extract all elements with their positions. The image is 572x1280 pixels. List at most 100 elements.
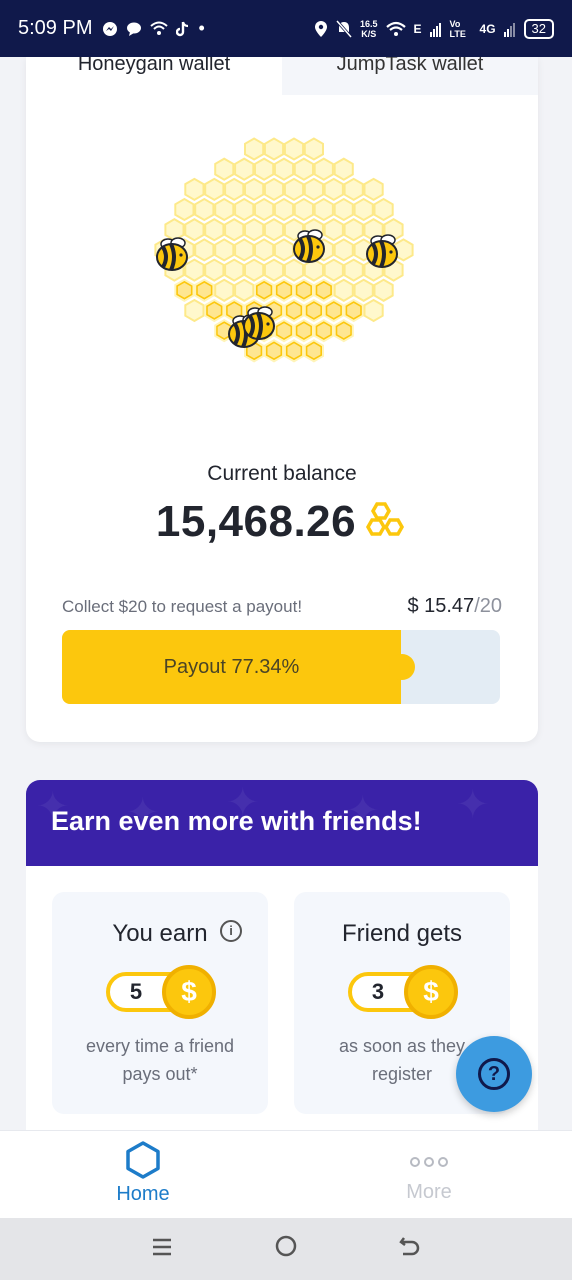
honeycomb-cell xyxy=(283,137,305,161)
chat-bubble-icon xyxy=(127,22,142,36)
system-icons: 16.5 K/S E Vo LTE 4G 32 xyxy=(314,18,554,39)
nav-more-label: More xyxy=(406,1181,452,1203)
dollar-coin-icon: $ xyxy=(404,965,458,1019)
balance-row: 15,468.26 xyxy=(26,497,538,547)
payout-progress-bar: Payout 77.34% xyxy=(62,630,500,704)
honeycomb-cell xyxy=(184,218,205,242)
honeycomb-cell xyxy=(214,278,235,302)
honeycomb-cell xyxy=(184,177,205,202)
honeycomb-cell xyxy=(303,177,324,202)
honey-credits-icon xyxy=(366,502,405,536)
honeycomb-cell xyxy=(184,298,205,323)
honeycomb-cell xyxy=(224,218,245,242)
honeycomb-cell xyxy=(373,278,394,302)
referral-card: You earn i 5 $ every time a friend pays … xyxy=(26,866,538,1136)
network-speed: 16.5 K/S xyxy=(359,18,378,39)
friends-banner: ✦ ✦ ✦ ✦ ✦ Earn even more with friends! xyxy=(26,780,538,866)
honeycomb-cell xyxy=(244,137,265,161)
honeycomb-cell xyxy=(343,258,364,282)
honeycomb-cell xyxy=(323,177,344,202)
nav-home[interactable]: Home xyxy=(0,1131,286,1218)
honeycomb-cell xyxy=(283,258,305,282)
payout-target: /20 xyxy=(474,595,502,617)
nav-home-label: Home xyxy=(116,1183,170,1205)
dollar-coin-icon: $ xyxy=(162,965,216,1019)
recent-apps-icon[interactable] xyxy=(142,1234,182,1265)
honeycomb-cell xyxy=(244,177,265,202)
home-circle-icon[interactable] xyxy=(266,1234,306,1265)
honeycomb-cell xyxy=(273,157,295,181)
honeycomb-cell xyxy=(333,278,354,302)
bee-icon xyxy=(293,229,325,263)
honeycomb-cell xyxy=(323,258,344,282)
honeycomb-cell xyxy=(283,177,305,202)
honeycomb-cell xyxy=(244,258,265,282)
honeycomb-cell xyxy=(214,157,235,181)
payout-progress-label: Payout 77.34% xyxy=(163,655,300,678)
honeycomb-cell xyxy=(194,197,215,222)
honeycomb-cell xyxy=(263,258,285,282)
friend-gets-title: Friend gets xyxy=(341,920,463,947)
honeycomb-cell xyxy=(174,197,195,222)
honeycomb-cell xyxy=(244,218,265,242)
back-icon[interactable] xyxy=(390,1234,430,1265)
honeycomb-cell xyxy=(273,197,295,222)
you-earn-amount-pill: 5 $ xyxy=(106,965,216,1019)
honeycomb-cell xyxy=(224,258,245,282)
honeycomb-cell xyxy=(313,197,334,222)
honeycomb-cell xyxy=(353,278,374,302)
mute-bell-icon xyxy=(335,19,352,38)
status-bar: 5:09 PM • 16.5 K/S E Vo LTE 4G 32 xyxy=(0,0,572,57)
you-earn-amount: 5 xyxy=(129,979,143,1004)
info-icon[interactable]: i xyxy=(220,920,242,942)
network-e-label: E xyxy=(413,21,422,36)
collect-text: Collect $20 to request a payout! xyxy=(62,597,303,616)
honeycomb-cell xyxy=(263,177,285,202)
bee-pattern-icon: ✦ xyxy=(456,783,490,827)
honeycomb-cell xyxy=(204,258,225,282)
honeycomb-cell xyxy=(313,157,334,181)
honeycomb-cell xyxy=(303,137,324,161)
honeycomb-illustration xyxy=(154,137,414,363)
network-4g-label: 4G xyxy=(479,21,496,36)
status-time: 5:09 PM xyxy=(18,17,93,39)
volte-label: Vo LTE xyxy=(449,18,466,39)
honeycomb-cell xyxy=(343,177,364,202)
friend-gets-amount-pill: 3 $ xyxy=(348,965,458,1019)
honeycomb-cell xyxy=(214,197,235,222)
bee-icon xyxy=(156,237,188,271)
wallet-card: Honeygain wallet JumpTask wallet Current… xyxy=(26,57,538,742)
wallet-tabs: Honeygain wallet JumpTask wallet xyxy=(26,57,538,95)
balance-label: Current balance xyxy=(207,462,357,485)
bee-icon xyxy=(243,306,275,340)
payout-current: $ 15.47 xyxy=(407,595,475,617)
tab-jumptask-wallet[interactable]: JumpTask wallet xyxy=(282,57,538,95)
payout-amounts: $ 15.47/20 xyxy=(407,595,502,618)
wifi-icon xyxy=(385,21,406,36)
location-icon xyxy=(314,20,327,37)
help-button[interactable]: ? xyxy=(456,1036,532,1112)
honeycomb-cell xyxy=(323,218,344,242)
honeycomb-cell xyxy=(353,197,374,222)
you-earn-desc: every time a friend pays out* xyxy=(85,1036,235,1084)
dot-icon: • xyxy=(198,18,205,38)
honeycomb-cell xyxy=(214,238,235,262)
honeycomb-cell xyxy=(234,238,255,262)
system-navigation-bar xyxy=(0,1218,572,1280)
friend-gets-amount: 3 xyxy=(371,979,385,1004)
honeycomb-cell xyxy=(234,197,255,222)
honeycomb-cell xyxy=(333,197,354,222)
messenger-icon xyxy=(103,21,118,36)
honeycomb-cell xyxy=(204,218,225,242)
honeycomb-cell xyxy=(234,278,255,302)
bee-icon xyxy=(366,234,398,268)
payout-info-row: Collect $20 to request a payout! $ 15.47… xyxy=(62,595,502,618)
honeycomb-cell xyxy=(333,157,354,181)
honeycomb-cell xyxy=(333,238,354,262)
honeycomb-cell xyxy=(164,218,185,242)
tab-honeygain-wallet[interactable]: Honeygain wallet xyxy=(26,57,282,95)
honeycomb-cell xyxy=(234,157,255,181)
more-dots-icon xyxy=(410,1157,448,1177)
signal-icon-1 xyxy=(429,22,441,37)
nav-more[interactable]: More xyxy=(286,1131,572,1218)
